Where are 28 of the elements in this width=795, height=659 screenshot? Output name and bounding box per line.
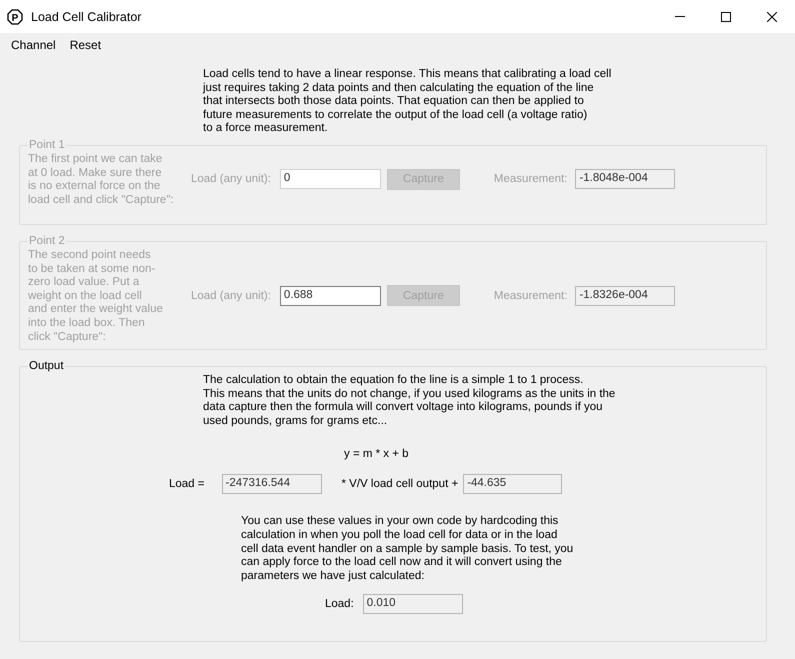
minimize-icon [675, 16, 685, 17]
window-title: Load Cell Calibrator [31, 10, 142, 24]
measurement-label: Measurement: [494, 290, 568, 302]
group-title: Output [28, 360, 65, 372]
menu-item[interactable]: Reset [62, 36, 108, 54]
measurement-field: -1.8048e-004 [575, 169, 676, 190]
instruction-text: The second point needs to be taken at some non- zero load value. Put a weight on the load cell and enter the weight value into the load box. Then click "Capture": [28, 249, 164, 344]
intercept-field: -44.635 [463, 474, 562, 494]
app-logo-icon: P [7, 8, 23, 24]
slope-field: -247316.544 [222, 474, 322, 494]
usage-text: You can use these values in your own code by hardcoding this calculation in when you poll the load cell for data or in the load cell data event handler on a sample by sample basis. To test, you can apply force to the load cell now and it will convert using the parameters we have just calculated: [241, 515, 574, 584]
intro-paragraph: Load cells tend to have a linear response. This means that calibrating a load cell just requires taking 2 data points and then calculating the equation of the line that intersects both those data points. That equation can then be applied to future measurements to correlate the output of the load cell (a voltage ratio) to a force measurement. [203, 68, 612, 136]
test-load-label: Load: [325, 598, 354, 610]
maximize-icon [721, 12, 731, 22]
explanation-text: The calculation to obtain the equation fo the line is a simple 1 to 1 process. This means that the units do not change, if you used kilograms as the units in the data capture then the formula will convert voltage into kilograms, pounds if you used pounds, grams for grams etc... [203, 374, 616, 428]
equation-text: y = m * x + b [344, 448, 409, 460]
menu-item[interactable]: Channel [4, 36, 63, 54]
close-icon [767, 12, 777, 22]
multiplier-label: * V/V load cell output + [342, 478, 458, 490]
group-title: Point 1 [28, 139, 66, 151]
group-title: Point 2 [28, 235, 66, 247]
test-load-field: 0.010 [362, 594, 463, 614]
measurement-label: Measurement: [494, 173, 568, 186]
instruction-text: The first point we can take at 0 load. Make sure there is no external force on the load cell and click "Capture": [28, 153, 175, 208]
load-label: Load = [169, 478, 204, 490]
load-label: Load (any unit): [191, 290, 271, 302]
measurement-field: -1.8326e-004 [575, 286, 676, 306]
load-label: Load (any unit): [191, 173, 271, 186]
